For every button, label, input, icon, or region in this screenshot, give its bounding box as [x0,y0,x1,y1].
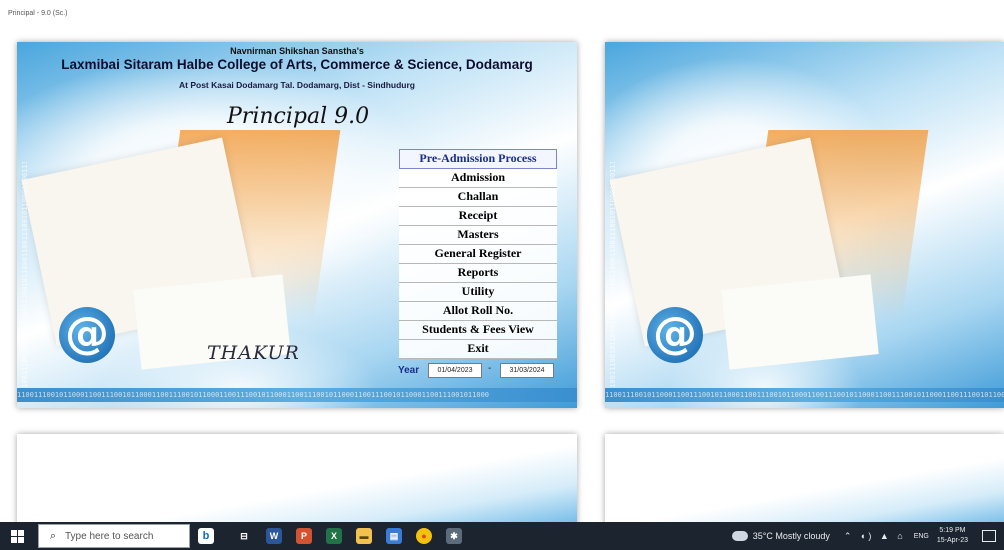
binary-vertical-strip: 1100111001011000110011100101100011001110… [609,162,619,392]
menu-item-pre-admission-process[interactable]: Pre-Admission Process [399,149,557,169]
year-from-field[interactable]: 01/04/2023 [428,363,482,378]
windows-taskbar: ⌕ Type here to search b ⊟ W P X ▬ ▤ ● ✱ … [0,522,1004,550]
author-signature: THAKUR [207,342,300,364]
task-view-icon[interactable]: ⊟ [236,528,252,544]
at-symbol-icon: @ [647,307,703,363]
system-tray: 35°C Mostly cloudy ⌃ ◖) ▲ ⌂ ENG 5:19 PM … [731,522,1004,550]
clock[interactable]: 5:19 PM 15-Apr-23 [937,526,968,546]
powerpoint-icon[interactable]: P [296,528,312,544]
language-indicator[interactable]: ENG [914,533,929,540]
clock-time: 5:19 PM [939,527,966,534]
binary-horizontal-strip: 1100111001011000110011100101100011001110… [17,388,577,402]
menu-item-general-register[interactable]: General Register [399,245,557,264]
excel-icon[interactable]: X [326,528,342,544]
bing-icon[interactable]: b [198,528,214,544]
windows-logo-icon [10,529,24,543]
binary-horizontal-strip: 1100111001011000110011100101100011001110… [605,388,1004,402]
secondary-splash-panel: 1100111001011000110011100101100011001110… [605,42,1004,408]
menu-item-admission[interactable]: Admission [399,169,557,188]
tray-icons[interactable]: ⌃ ◖) ▲ ⌂ [844,531,906,542]
chrome-icon[interactable]: ● [416,528,432,544]
settings-icon[interactable]: ✱ [446,528,462,544]
main-splash-panel: 1100111001011000110011100101100011001110… [17,42,577,408]
search-placeholder: Type here to search [65,530,154,542]
college-name: Laxmibai Sitaram Halbe College of Arts, … [61,57,533,72]
search-icon: ⌕ [49,529,57,542]
weather-text[interactable]: 35°C Mostly cloudy [753,531,830,541]
lower-left-panel [17,434,577,534]
menu-item-masters[interactable]: Masters [399,226,557,245]
menu-item-exit[interactable]: Exit [399,340,557,359]
at-symbol-icon: @ [59,307,115,363]
notepad-icon[interactable]: ▤ [386,528,402,544]
cloud-icon[interactable] [731,531,748,541]
main-menu: Pre-Admission Process Admission Challan … [399,149,557,359]
taskbar-search-box[interactable]: ⌕ Type here to search [38,524,190,548]
file-explorer-icon[interactable]: ▬ [356,528,372,544]
society-name: Navnirman Shikshan Sanstha's [230,46,364,56]
college-address: At Post Kasai Dodamarg Tal. Dodamarg, Di… [179,80,415,90]
clock-date: 15-Apr-23 [936,537,968,544]
paper-decoration-2 [721,274,879,370]
menu-item-utility[interactable]: Utility [399,283,557,302]
menu-item-students-fees-view[interactable]: Students & Fees View [399,321,557,340]
menu-item-challan[interactable]: Challan [399,188,557,207]
year-to-field[interactable]: 31/03/2024 [500,363,554,378]
binary-vertical-strip: 1100111001011000110011100101100011001110… [21,162,31,392]
year-separator: - [488,363,492,374]
start-button[interactable] [0,522,34,550]
notification-icon[interactable] [982,530,996,542]
menu-item-receipt[interactable]: Receipt [399,207,557,226]
menu-item-allot-roll-no[interactable]: Allot Roll No. [399,302,557,321]
app-name: Principal 9.0 [227,104,370,129]
year-label: Year [398,365,420,376]
menu-item-reports[interactable]: Reports [399,264,557,283]
word-icon[interactable]: W [266,528,282,544]
window-title: Principal - 9.0 (Sc.) [8,10,68,17]
lower-right-panel [605,434,1004,534]
